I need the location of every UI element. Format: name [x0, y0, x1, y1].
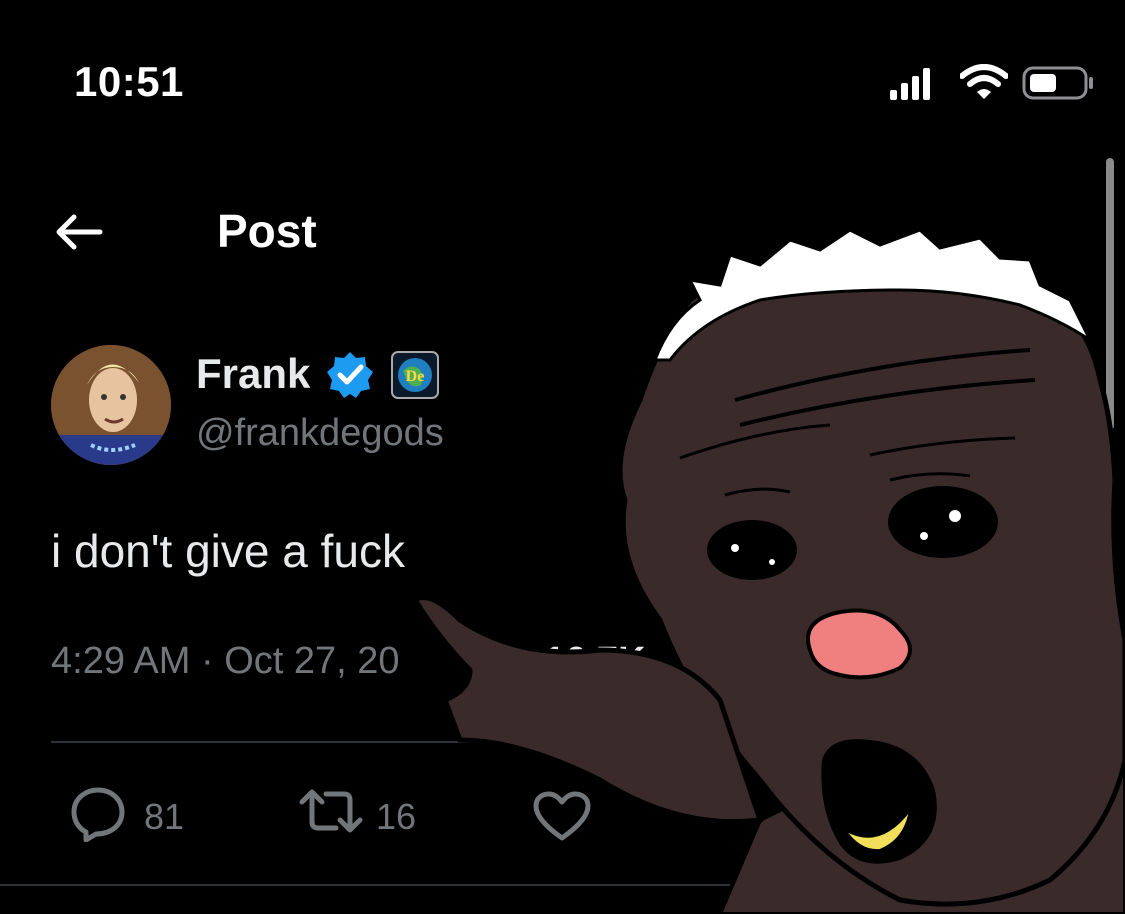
back-arrow-icon[interactable] [54, 212, 104, 252]
cellular-signal-icon [890, 68, 930, 100]
repost-icon[interactable] [298, 786, 364, 836]
post-timestamp[interactable]: 4:29 AM · Oct 27, 20 [51, 640, 400, 683]
avatar[interactable] [51, 345, 171, 465]
page-title: Post [217, 205, 317, 257]
pointing-cartoon-sticker [411, 228, 1125, 914]
verified-badge-icon [327, 352, 373, 398]
wifi-icon [960, 64, 1008, 99]
reply-icon[interactable] [66, 786, 128, 842]
reply-count: 81 [144, 796, 185, 837]
status-time: 10:51 [74, 58, 184, 105]
author-name[interactable]: Frank [196, 350, 310, 398]
battery-icon [1022, 66, 1093, 100]
post-text: i don't give a fuck [51, 525, 405, 577]
